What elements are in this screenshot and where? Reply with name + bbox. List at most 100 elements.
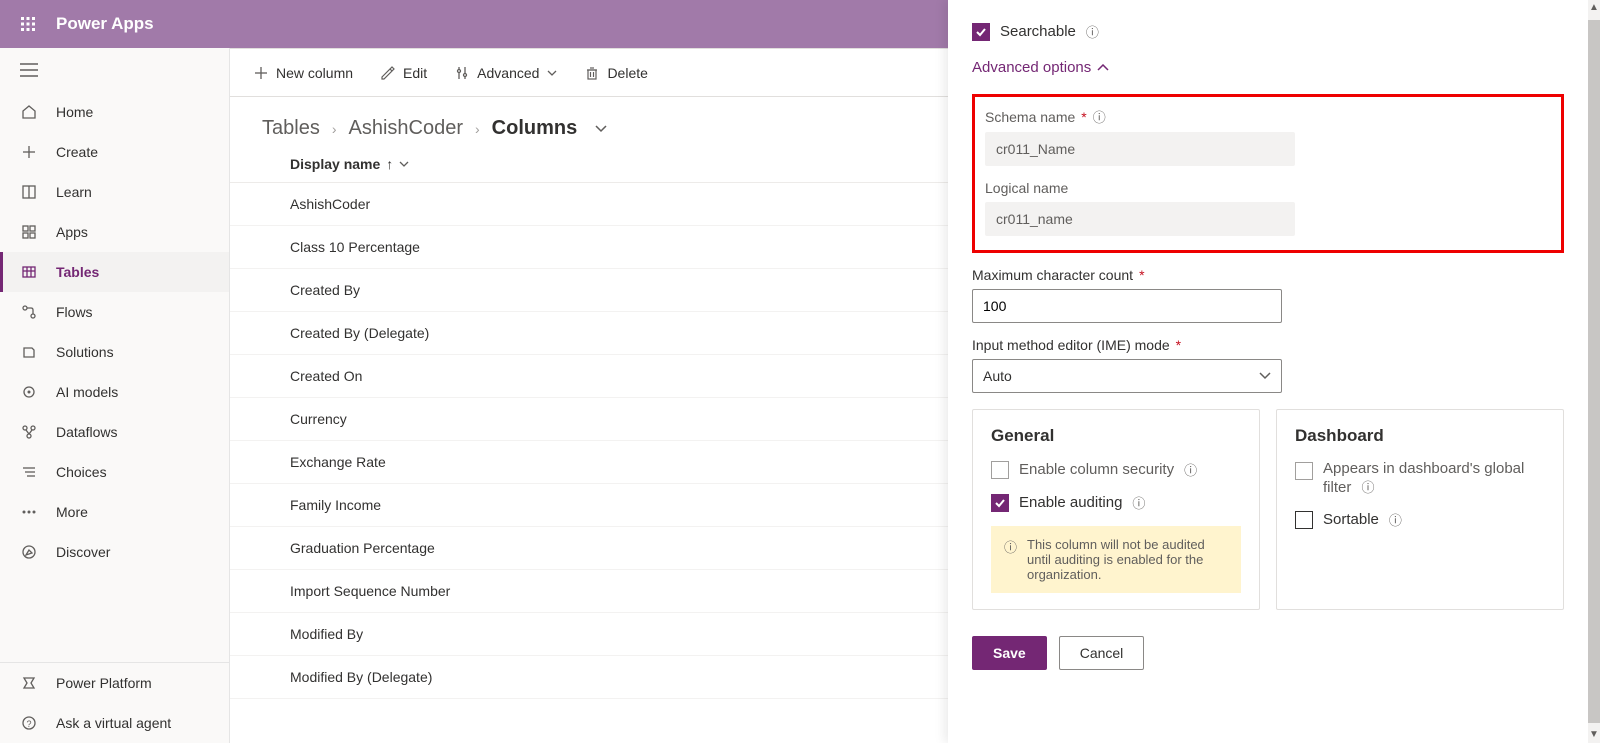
breadcrumb-leaf: Columns [492, 117, 578, 140]
info-icon[interactable]: ⓘ [1184, 460, 1197, 479]
home-icon [20, 103, 38, 121]
cell-display-name: Class 10 Percentage [290, 239, 730, 255]
edit-button[interactable]: Edit [373, 61, 435, 85]
info-icon[interactable]: ⓘ [1093, 107, 1106, 126]
dashboard-filter-checkbox[interactable] [1295, 462, 1313, 480]
sidebar-item-label: Dataflows [56, 424, 117, 440]
svg-text:?: ? [26, 719, 31, 729]
sidebar-item-choices[interactable]: Choices [0, 452, 229, 492]
info-icon: ⓘ [1004, 537, 1017, 582]
sidebar-item-label: Solutions [56, 344, 114, 360]
cell-display-name: Currency [290, 411, 730, 427]
sortable-checkbox[interactable] [1295, 511, 1313, 529]
cell-display-name: Created By (Delegate) [290, 325, 730, 341]
dashboard-filter-label: Appears in dashboard's global filter ⓘ [1323, 460, 1545, 496]
choices-icon [20, 463, 38, 481]
table-icon [20, 263, 38, 281]
highlight-box: Schema name* ⓘ Logical name [972, 94, 1564, 253]
more-icon [20, 503, 38, 521]
cell-display-name: Created On [290, 368, 730, 384]
sidebar-item-dataflows[interactable]: Dataflows [0, 412, 229, 452]
cell-display-name: Family Income [290, 497, 730, 513]
chevron-right-icon: › [475, 121, 480, 137]
max-char-input[interactable] [972, 289, 1282, 323]
sidebar-item-solutions[interactable]: Solutions [0, 332, 229, 372]
sidebar-item-label: AI models [56, 384, 118, 400]
sidebar-item-power-platform[interactable]: Power Platform [0, 663, 229, 703]
sliders-icon [455, 66, 469, 80]
sidebar-item-label: Home [56, 104, 93, 120]
sidebar-item-discover[interactable]: Discover [0, 532, 229, 572]
breadcrumb-root[interactable]: Tables [262, 117, 320, 140]
advanced-options-label: Advanced options [972, 59, 1091, 76]
help-icon: ? [20, 714, 38, 732]
save-button[interactable]: Save [972, 636, 1047, 670]
sidebar-item-flows[interactable]: Flows [0, 292, 229, 332]
col-header-label: Display name [290, 156, 380, 172]
sidebar-ask-agent[interactable]: ? Ask a virtual agent [0, 703, 229, 743]
auditing-warning: ⓘ This column will not be audited until … [991, 526, 1241, 593]
info-icon[interactable]: ⓘ [1132, 493, 1145, 512]
sort-asc-icon: ↑ [386, 156, 393, 172]
chevron-up-icon [1097, 64, 1109, 72]
scroll-thumb[interactable] [1588, 20, 1600, 723]
hamburger-icon[interactable] [0, 48, 229, 92]
ime-mode-value: Auto [983, 368, 1012, 384]
logical-name-label: Logical name [985, 180, 1551, 196]
apps-icon [20, 223, 38, 241]
searchable-label: Searchable [1000, 23, 1076, 40]
sidebar-item-ai-models[interactable]: AI models [0, 372, 229, 412]
chevron-down-icon [399, 161, 409, 167]
vertical-scrollbar[interactable]: ▲ ▼ [1588, 0, 1600, 743]
waffle-launcher[interactable] [8, 4, 48, 44]
advanced-options-toggle[interactable]: Advanced options [972, 59, 1564, 76]
sidebar-item-learn[interactable]: Learn [0, 172, 229, 212]
searchable-checkbox[interactable] [972, 23, 990, 41]
cancel-button[interactable]: Cancel [1059, 636, 1145, 670]
cell-display-name: Graduation Percentage [290, 540, 730, 556]
column-security-label: Enable column security [1019, 461, 1174, 478]
pencil-icon [381, 66, 395, 80]
cell-display-name: Modified By (Delegate) [290, 669, 730, 685]
book-icon [20, 183, 38, 201]
sidebar-item-label: More [56, 504, 88, 520]
platform-icon [20, 674, 38, 692]
app-title: Power Apps [56, 14, 154, 34]
advanced-label: Advanced [477, 65, 539, 81]
sidebar-item-label: Apps [56, 224, 88, 240]
sidebar-item-home[interactable]: Home [0, 92, 229, 132]
chevron-down-icon[interactable] [595, 125, 607, 133]
delete-button[interactable]: Delete [577, 61, 655, 85]
sidebar-item-label: Learn [56, 184, 92, 200]
ime-mode-label: Input method editor (IME) mode* [972, 337, 1564, 353]
info-icon[interactable]: ⓘ [1362, 480, 1375, 495]
ime-mode-select[interactable]: Auto [972, 359, 1282, 393]
auditing-warning-text: This column will not be audited until au… [1027, 537, 1228, 582]
cancel-label: Cancel [1080, 645, 1124, 661]
enable-auditing-checkbox[interactable] [991, 494, 1009, 512]
sidebar-item-label: Discover [56, 544, 110, 560]
advanced-button[interactable]: Advanced [447, 61, 565, 85]
logical-name-input [985, 202, 1295, 236]
scroll-down-arrow[interactable]: ▼ [1588, 729, 1600, 741]
col-header-display-name[interactable]: Display name ↑ [290, 156, 730, 172]
new-column-button[interactable]: New column [246, 61, 361, 85]
chevron-down-icon [1259, 372, 1271, 380]
sidebar-item-create[interactable]: Create [0, 132, 229, 172]
info-icon[interactable]: ⓘ [1086, 22, 1099, 41]
breadcrumb-table[interactable]: AshishCoder [348, 117, 463, 140]
cell-display-name: AshishCoder [290, 196, 730, 212]
save-label: Save [993, 645, 1026, 661]
column-security-checkbox[interactable] [991, 461, 1009, 479]
general-card-title: General [991, 426, 1241, 446]
sidebar-item-label: Flows [56, 304, 93, 320]
chevron-right-icon: › [332, 121, 337, 137]
sidebar-item-apps[interactable]: Apps [0, 212, 229, 252]
column-properties-panel: Searchable ⓘ Advanced options Schema nam… [948, 0, 1588, 743]
sidebar-item-tables[interactable]: Tables [0, 252, 229, 292]
scroll-up-arrow[interactable]: ▲ [1588, 2, 1600, 14]
schema-name-label: Schema name* ⓘ [985, 107, 1551, 126]
info-icon[interactable]: ⓘ [1389, 510, 1402, 529]
solutions-icon [20, 343, 38, 361]
sidebar-item-more[interactable]: More [0, 492, 229, 532]
